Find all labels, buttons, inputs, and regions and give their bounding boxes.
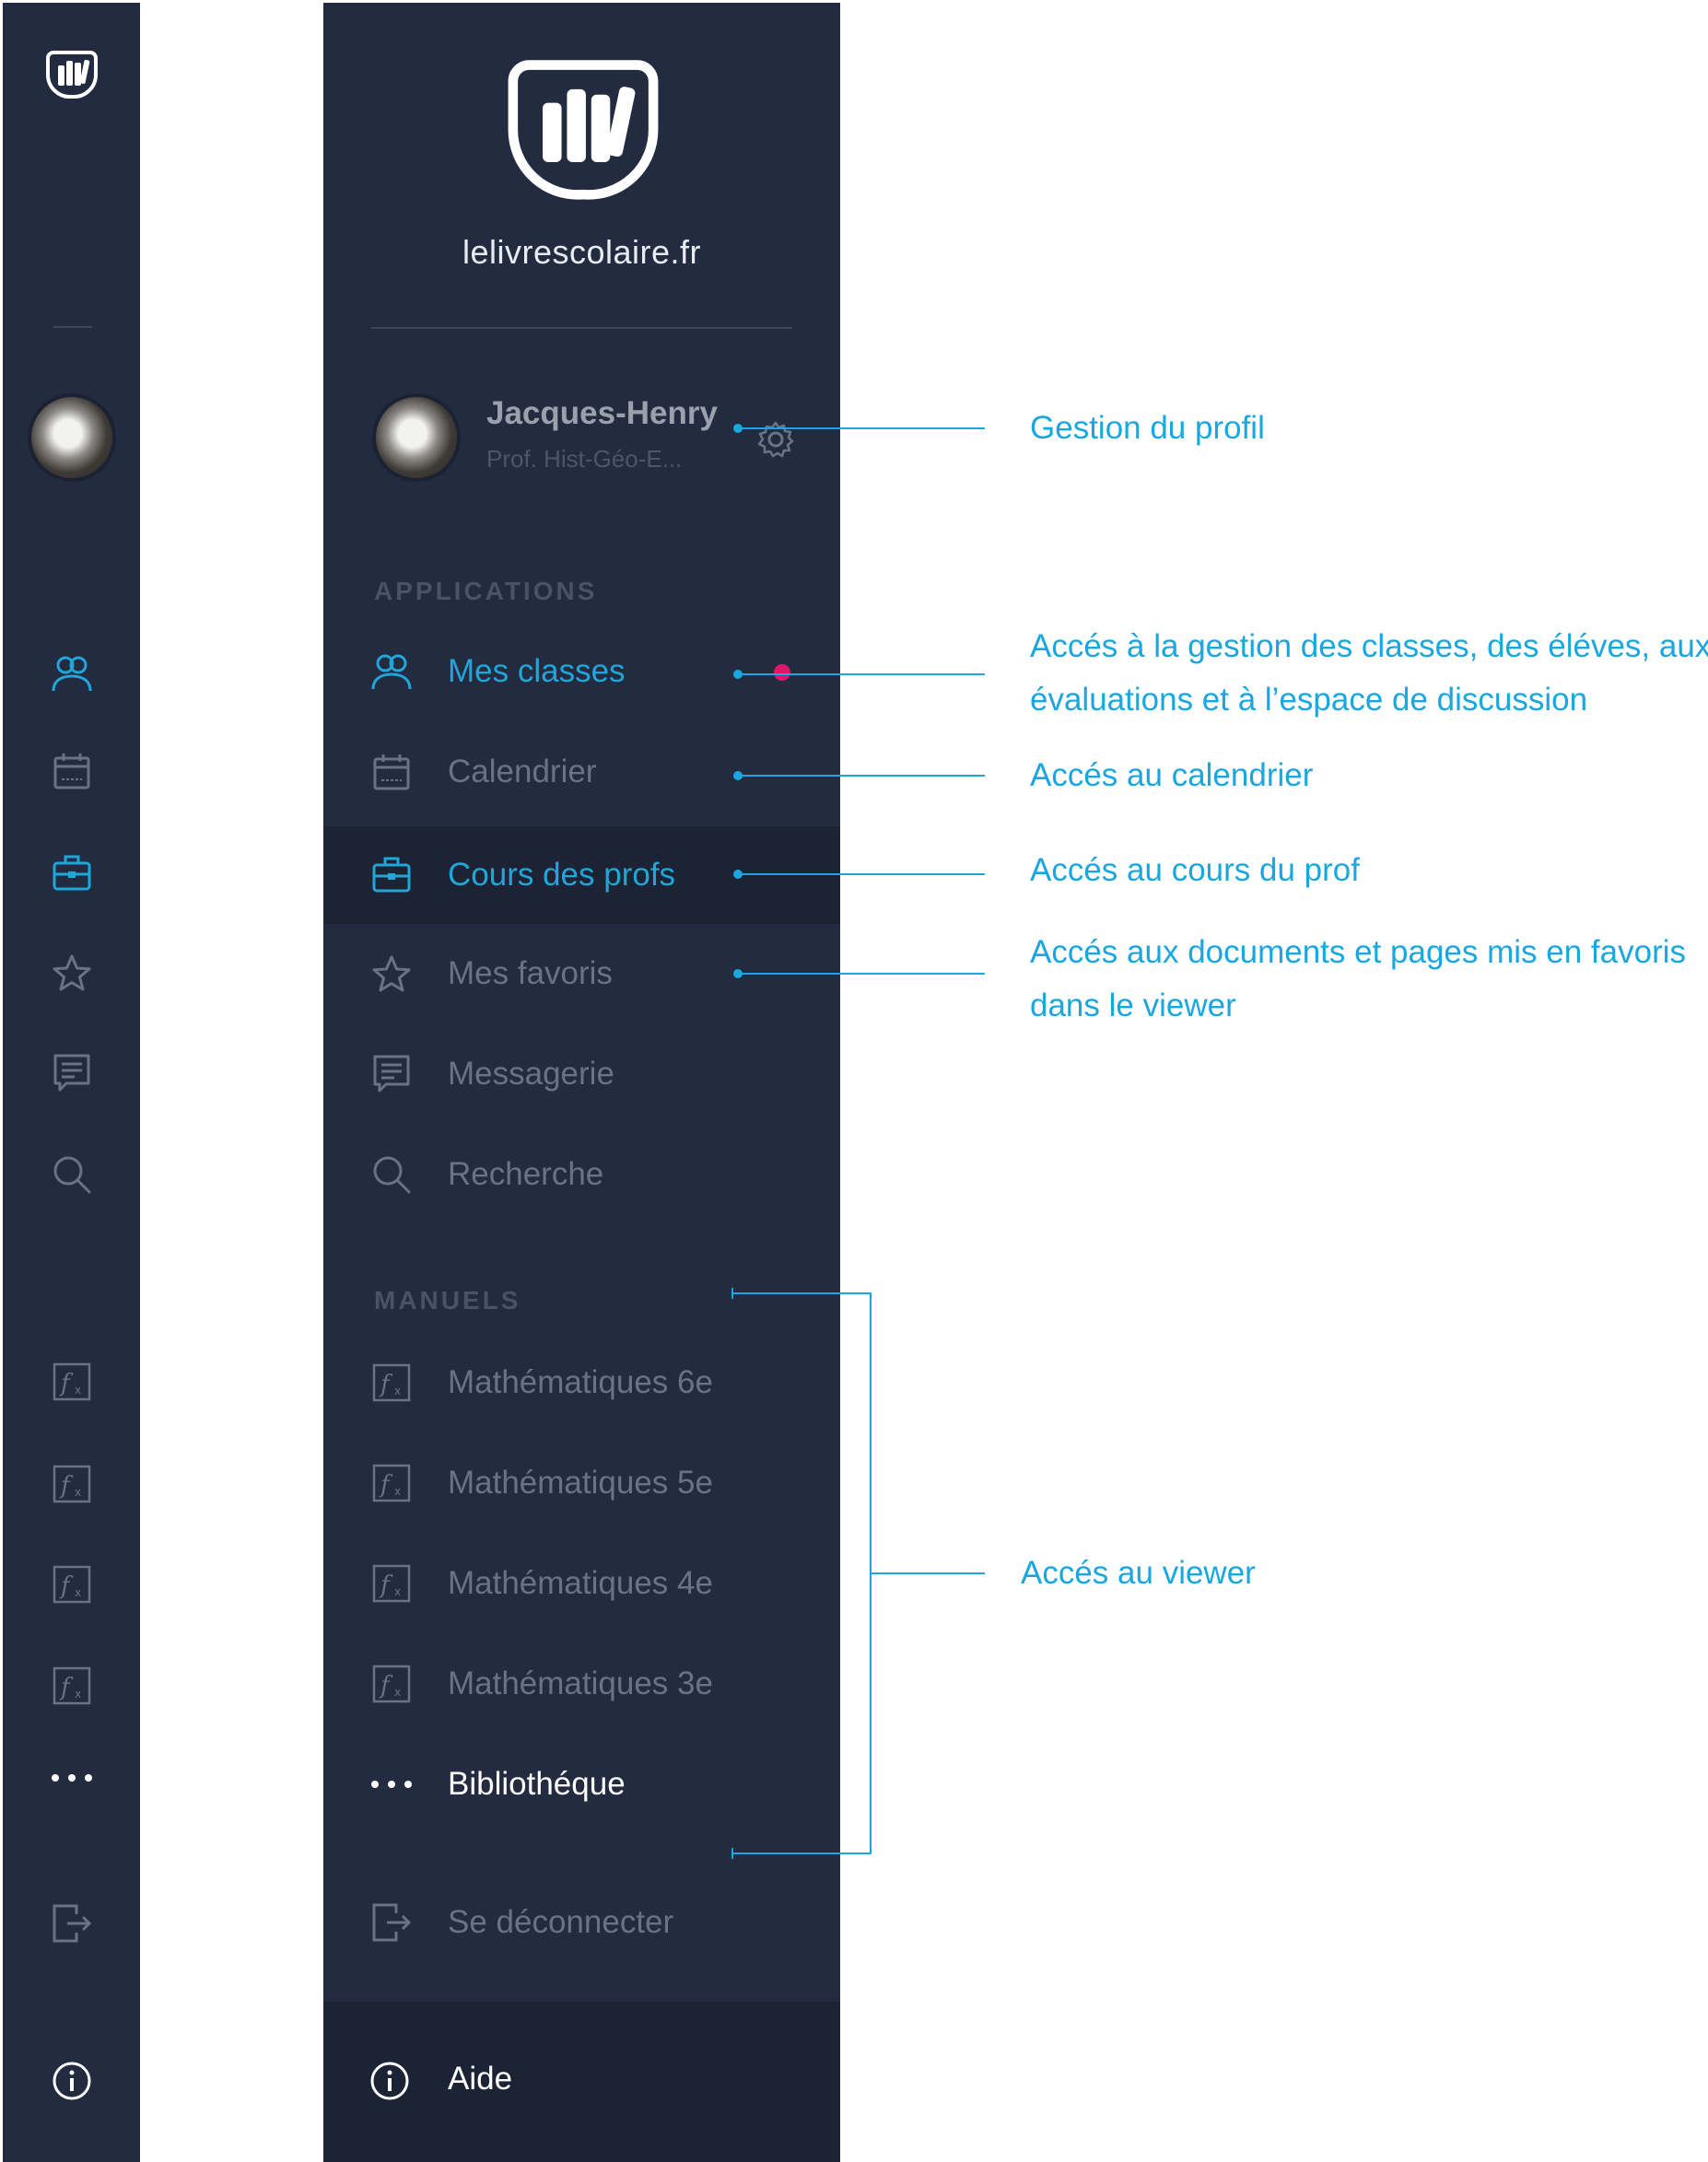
callout-dot-profile [733,424,743,433]
annotation-courses: Accés au cours du prof [1030,852,1360,888]
annotation-favorites-line1: Accés aux documents et pages mis en favo… [1030,934,1687,970]
annotation-classes-line2: évaluations et à l’espace de discussion [1030,682,1588,718]
callout-dot-classes [733,670,743,679]
callout-dot-courses [733,870,743,879]
annotation-calendar: Accés au calendrier [1030,757,1314,793]
annotation-profile: Gestion du profil [1030,410,1265,446]
callout-lines [731,424,985,1859]
annotation-favorites-line2: dans le viewer [1030,988,1236,1023]
callout-bracket-viewer [732,1292,872,1854]
annotation-classes-line1: Accés à la gestion des classes, des élév… [1030,628,1708,664]
annotation-viewer: Accés au viewer [1021,1555,1256,1591]
callout-dot-calendar [733,771,743,780]
callout-dot-favorites [733,969,743,978]
